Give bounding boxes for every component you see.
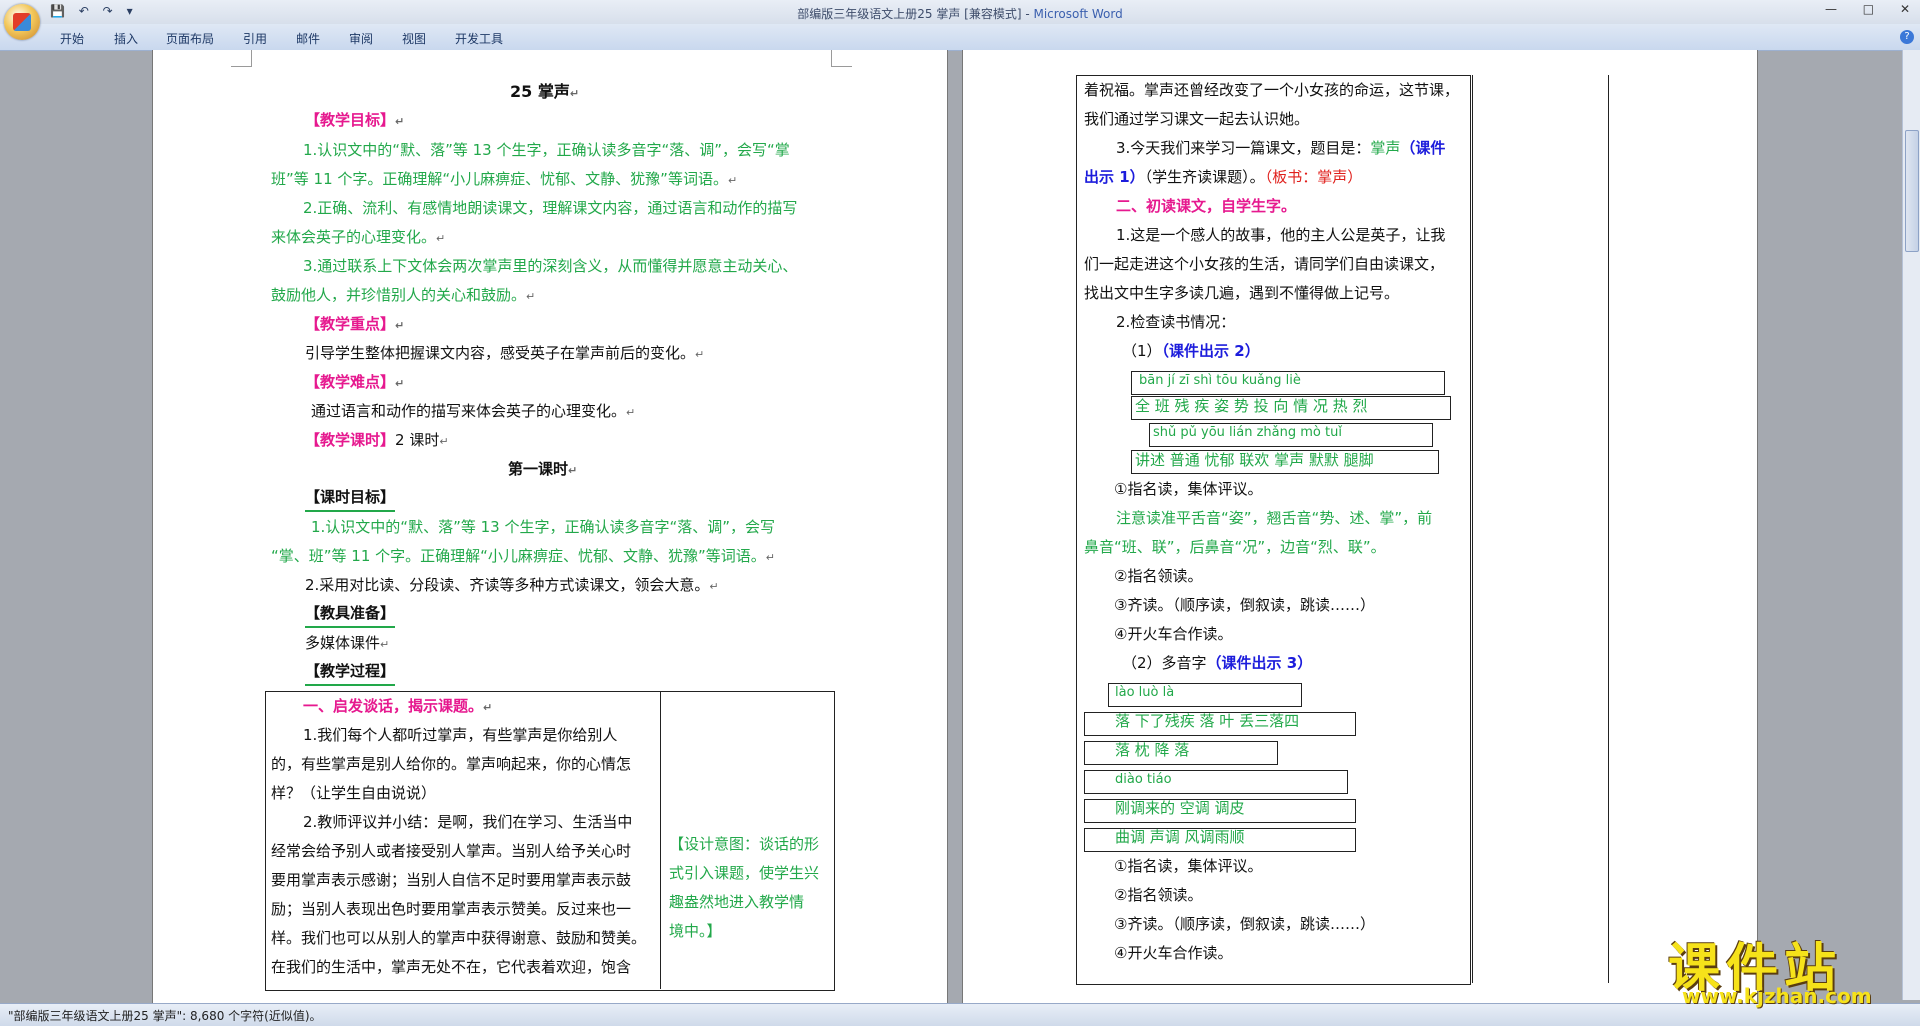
table-text-line: 在我们的生活中，掌声无处不在，它代表着欢迎，饱含 [271, 958, 632, 976]
app-name: Microsoft Word [1033, 7, 1123, 21]
table-text-line: 着祝福。掌声还曾经改变了一个小女孩的命运，这节课， [1084, 81, 1460, 99]
ribbon-tabs: 开始 插入 页面布局 引用 邮件 审阅 视图 开发工具 [0, 24, 1920, 51]
tab-review[interactable]: 审阅 [349, 30, 373, 47]
pinyin-line: lào luò là [1115, 685, 1175, 700]
tab-insert[interactable]: 插入 [114, 30, 138, 47]
office-logo-icon [13, 13, 31, 31]
heading-teaching-goals: 【教学目标】↵ [305, 111, 405, 129]
table-text-line: ③齐读。（顺序读，倒叙读，跳读……） [1114, 596, 1375, 614]
pinyin-line: shǔ pǔ yōu lián zhǎng mò tuǐ [1153, 425, 1342, 440]
design-note-line: 趣盎然地进入教学情 [669, 893, 805, 911]
word-line: 落 枕 降 落 [1115, 741, 1190, 759]
goal-1-cont: 班”等 11 个字。正确理解“小儿麻痹症、忧郁、文静、犹豫”等词语。↵ [271, 170, 738, 188]
close-button[interactable]: ✕ [1900, 2, 1910, 16]
heading-teaching-process: 【教学过程】 [305, 658, 396, 686]
design-note-line: 境中。】 [669, 922, 722, 940]
goal-3-cont: 鼓励他人，并珍惜别人的关心和鼓励。↵ [271, 286, 536, 304]
table-text-line: 2.教师评议并小结：是啊，我们在学习、生活当中 [303, 813, 633, 831]
table-text-line: ①指名读，集体评议。 [1114, 857, 1263, 875]
table-text-line: 样？（让学生自由说说） [271, 784, 437, 802]
pinyin-line: bān jí zī shì tōu kuǎng liè [1139, 373, 1301, 388]
tab-home[interactable]: 开始 [60, 30, 84, 47]
table-text-line: ④开火车合作读。 [1114, 625, 1233, 643]
table-text-line: 出示 1）（学生齐读课题）。（板书：掌声） [1084, 168, 1363, 186]
goal-1: 1.认识文中的“默、落”等 13 个生字，正确认读多音字“落、调”，会写“掌 [303, 141, 790, 159]
goal-2-cont: 来体会英子的心理变化。↵ [271, 228, 446, 246]
office-button[interactable] [4, 4, 40, 40]
goal-3: 3.通过联系上下文体会两次掌声里的深刻含义，从而懂得并愿意主动关心、 [303, 257, 798, 275]
document-page-2: 着祝福。掌声还曾经改变了一个小女孩的命运，这节课， 我们通过学习课文一起去认识她… [962, 50, 1758, 1003]
help-icon[interactable]: ? [1900, 30, 1914, 44]
table-text-line: 2.检查读书情况： [1116, 313, 1236, 331]
pinyin-line: diào tiáo [1115, 772, 1172, 787]
table-text-line: 样。我们也可以从别人的掌声中获得谢意、鼓励和赞美。 [271, 929, 647, 947]
vertical-scrollbar[interactable] [1902, 50, 1920, 1000]
tab-mailings[interactable]: 邮件 [296, 30, 320, 47]
table-text-line: 经常会给予别人或者接受别人掌声。当别人给予关心时 [271, 842, 632, 860]
crop-mark [231, 50, 252, 67]
tab-page-layout[interactable]: 页面布局 [166, 30, 214, 47]
difficulties-text: 通过语言和动作的描写来体会英子的心理变化。↵ [311, 402, 636, 420]
document-page-1: 25 掌声↵ 【教学目标】↵ 1.认识文中的“默、落”等 13 个生字，正确认读… [152, 50, 948, 1003]
table-text-line: ②指名领读。 [1114, 567, 1203, 585]
teaching-tools-text: 多媒体课件↵ [305, 634, 390, 652]
watermark-logo: 课件站 www.kjzhan.com [1668, 926, 1902, 1008]
table-text-line: ③齐读。（顺序读，倒叙读，跳读……） [1114, 915, 1375, 933]
tab-references[interactable]: 引用 [243, 30, 267, 47]
section-1-heading: 一、启发谈话，揭示课题。↵ [303, 697, 493, 715]
word-count-status[interactable]: "部编版三年级语文上册25 掌声": 8,680 个字符(近似值)。 [8, 1007, 322, 1024]
table-text-line: （1）（课件出示 2） [1122, 342, 1260, 360]
document-name: 部编版三年级语文上册25 掌声 [兼容模式] [797, 7, 1022, 21]
word-line: 曲调 声调 风调雨顺 [1115, 828, 1245, 846]
objective-1-cont: “掌、班”等 11 个字。正确理解“小儿麻痹症、忧郁、文静、犹豫”等词语。↵ [271, 547, 775, 565]
status-bar: "部编版三年级语文上册25 掌声": 8,680 个字符(近似值)。 [0, 1003, 1920, 1026]
crop-mark [831, 50, 852, 67]
heading-difficulties: 【教学难点】↵ [305, 373, 405, 391]
window-title: 部编版三年级语文上册25 掌声 [兼容模式] - Microsoft Word [0, 5, 1920, 22]
heading-key-points: 【教学重点】↵ [305, 315, 405, 333]
table-text-line: 鼻音“班、联”，后鼻音“况”，边音“烈、联”。 [1084, 538, 1386, 556]
heading-teaching-tools: 【教具准备】 [305, 600, 396, 628]
title-bar: 💾 ↶ ↷ ▾ 部编版三年级语文上册25 掌声 [兼容模式] - Microso… [0, 0, 1920, 24]
table-text-line: 们一起走进这个小女孩的生活，请同学们自由读课文， [1084, 255, 1445, 273]
table-text-line: 找出文中生字多读几遍，遇到不懂得做上记号。 [1084, 284, 1400, 302]
maximize-button[interactable]: □ [1863, 2, 1874, 16]
table-text-line: 励；当别人表现出色时要用掌声表示赞美。反过来也一 [271, 900, 632, 918]
page-title: 25 掌声↵ [510, 82, 580, 101]
objective-1: 1.认识文中的“默、落”等 13 个生字，正确认读多音字“落、调”，会写 [311, 518, 776, 536]
tab-view[interactable]: 视图 [402, 30, 426, 47]
objective-2: 2.采用对比读、分段读、齐读等多种方式读课文，领会大意。↵ [305, 576, 719, 594]
table-text-line: 的，有些掌声是别人给你的。掌声响起来，你的心情怎 [271, 755, 632, 773]
table-divider [660, 691, 661, 989]
word-line: 讲述 普通 忧郁 联欢 掌声 默默 腿脚 [1135, 451, 1374, 469]
design-note-line: 【设计意图：谈话的形 [669, 835, 820, 853]
table-text-line: 注意读准平舌音“姿”，翘舌音“势、述、掌”，前 [1116, 509, 1433, 527]
table-text-line: 要用掌声表示感谢；当别人自信不足时要用掌声表示鼓 [271, 871, 632, 889]
heading-lesson-objectives: 【课时目标】 [305, 484, 396, 512]
table-text-line: 1.我们每个人都听过掌声，有些掌声是你给别人 [303, 726, 618, 744]
design-note-line: 式引入课题，使学生兴 [669, 864, 820, 882]
table-text-line: ②指名领读。 [1114, 886, 1203, 904]
word-line: 全 班 残 疾 姿 势 投 向 情 况 热 烈 [1135, 397, 1368, 415]
word-line: 刚调来的 空调 调皮 [1115, 799, 1245, 817]
table-text-line: 我们通过学习课文一起去认识她。 [1084, 110, 1310, 128]
table-text-line: ①指名读，集体评议。 [1114, 480, 1263, 498]
table-text-line: （2）多音字（课件出示 3） [1122, 654, 1313, 672]
section-2-heading: 二、初读课文，自学生字。 [1116, 197, 1297, 215]
key-points-text: 引导学生整体把握课文内容，感受英子在掌声前后的变化。↵ [305, 344, 705, 362]
table-text-line: ④开火车合作读。 [1114, 944, 1233, 962]
title-separator: - [1021, 7, 1034, 21]
tab-developer[interactable]: 开发工具 [455, 30, 503, 47]
lesson-title: 第一课时↵ [508, 460, 578, 478]
word-line: 落 下了残疾 落 叶 丢三落四 [1115, 712, 1300, 730]
table-text-line: 3.今天我们来学习一篇课文，题目是：掌声（课件 [1116, 139, 1446, 157]
scrollbar-thumb[interactable] [1905, 130, 1919, 252]
window-controls: — □ ✕ [1803, 2, 1910, 16]
goal-2: 2.正确、流利、有感情地朗读课文，理解课文内容，通过语言和动作的描写 [303, 199, 798, 217]
lesson-hours: 【教学课时】2 课时↵ [305, 431, 449, 449]
table-right-column [1468, 75, 1609, 983]
watermark-url: www.kjzhan.com [1682, 984, 1872, 1008]
minimize-button[interactable]: — [1825, 2, 1837, 16]
table-text-line: 1.这是一个感人的故事，他的主人公是英子，让我 [1116, 226, 1446, 244]
